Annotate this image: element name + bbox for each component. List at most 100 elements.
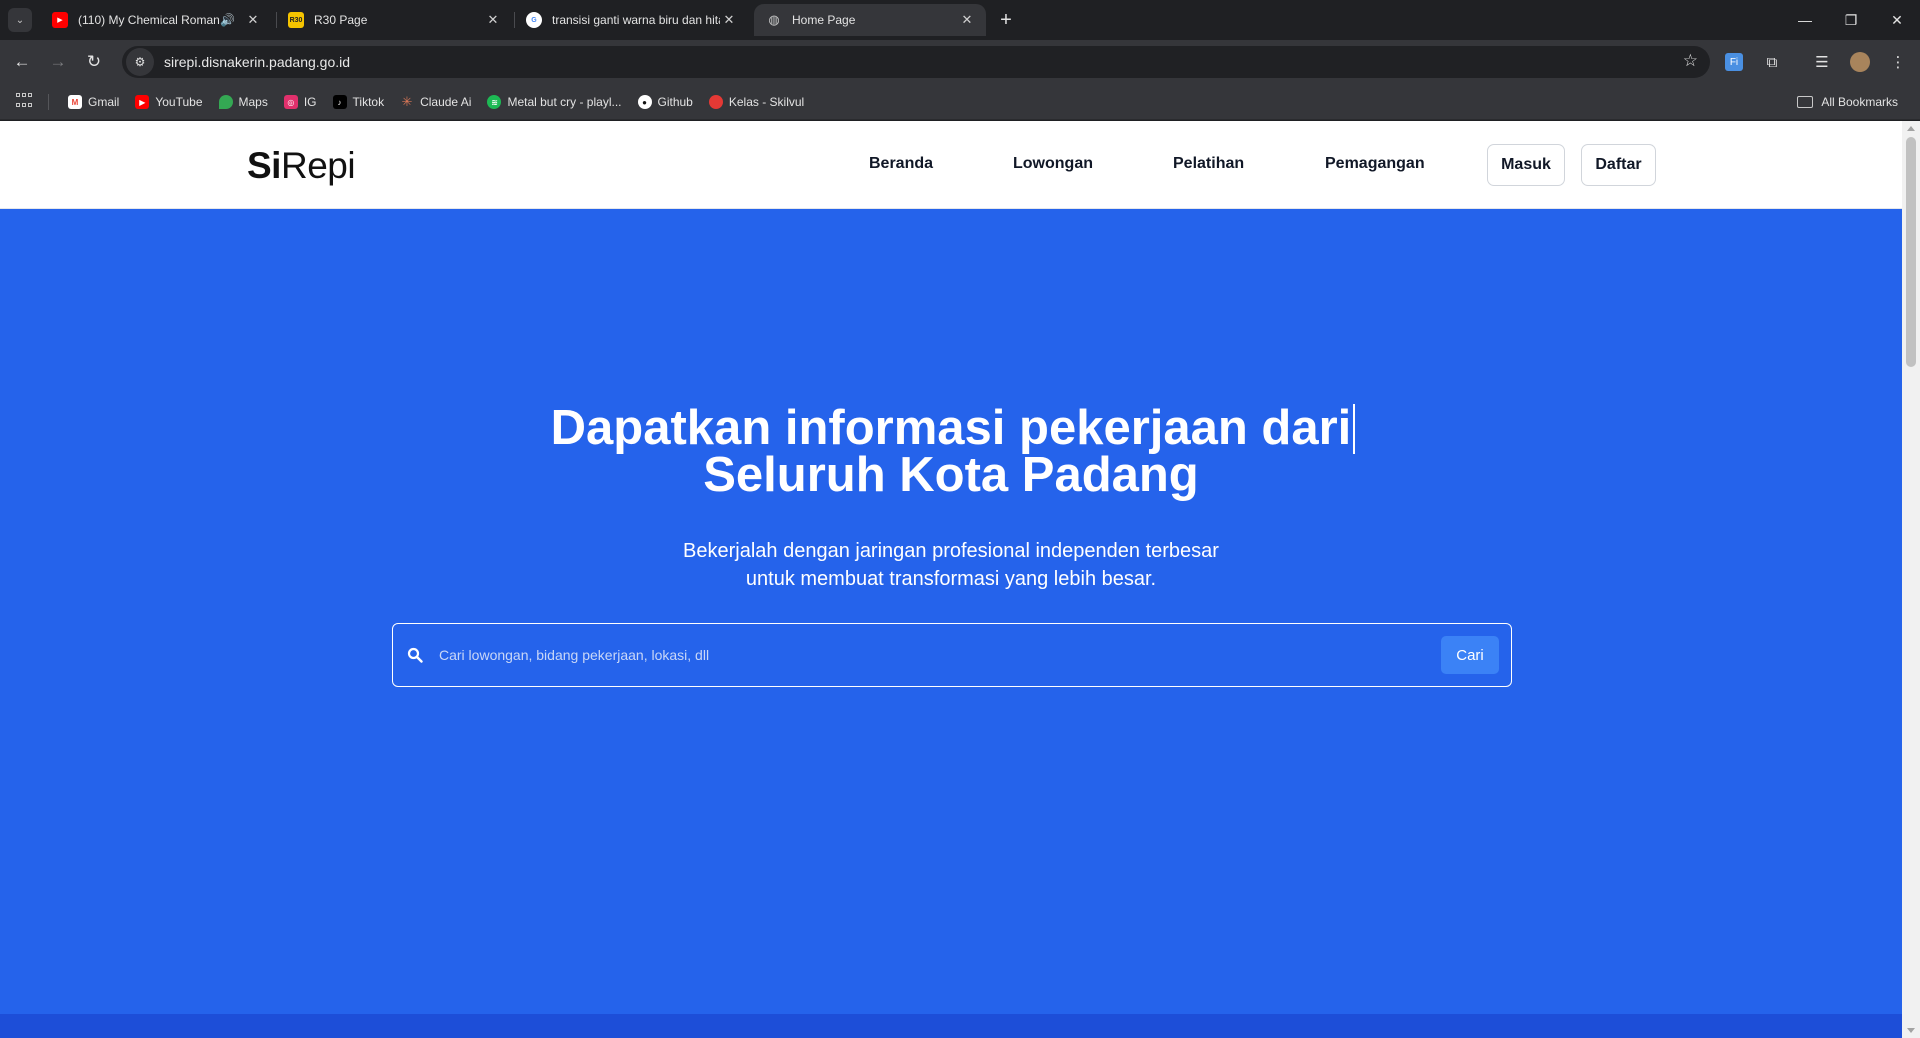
address-bar[interactable]: ⚙ sirepi.disnakerin.padang.go.id ☆ — [122, 46, 1710, 78]
bookmark-maps[interactable]: Maps — [211, 88, 276, 116]
bookmark-label: Kelas - Skilvul — [728, 95, 805, 109]
bookmark-gmail[interactable]: M Gmail — [60, 88, 127, 116]
all-bookmarks-button[interactable]: All Bookmarks — [1789, 88, 1906, 116]
scroll-up-icon[interactable] — [1907, 126, 1915, 131]
tab-search-button[interactable]: ⌄ — [8, 8, 32, 32]
close-icon[interactable]: ✕ — [720, 11, 738, 29]
extensions-icon[interactable]: ⧉ — [1758, 48, 1786, 76]
github-icon: ● — [637, 95, 652, 109]
close-window-button[interactable]: ✕ — [1874, 0, 1920, 40]
avatar[interactable] — [1846, 48, 1874, 76]
hero-title-line-1: Dapatkan informasi pekerjaan dari — [550, 401, 1352, 455]
hero-section: Dapatkan informasi pekerjaan dari Seluru… — [0, 209, 1902, 1014]
hero-subtitle-line-1: Bekerjalah dengan jaringan profesional i… — [683, 540, 1219, 562]
reload-button[interactable]: ↻ — [80, 48, 108, 76]
search-icon — [407, 647, 423, 663]
bookmark-label: YouTube — [155, 95, 203, 109]
speaker-icon[interactable]: 🔊 — [220, 13, 236, 27]
nav-beranda[interactable]: Beranda — [869, 155, 933, 173]
minimize-icon: — — [1798, 12, 1812, 28]
bookmark-label: Gmail — [88, 95, 120, 109]
address-url[interactable]: sirepi.disnakerin.padang.go.id — [164, 54, 350, 70]
register-button[interactable]: Daftar — [1581, 144, 1656, 186]
bookmark-label: IG — [303, 95, 317, 109]
bookmark-label: Maps — [238, 95, 268, 109]
bookmark-label: Github — [657, 95, 693, 109]
hero-subtitle: Bekerjalah dengan jaringan profesional i… — [0, 537, 1902, 593]
tab-home-page[interactable]: ◍ Home Page ✕ — [754, 4, 986, 36]
spotify-icon: ≋ — [487, 95, 502, 109]
page-viewport: SiRepi Beranda Lowongan Pelatihan Pemaga… — [0, 121, 1920, 1038]
bookmark-spotify[interactable]: ≋ Metal but cry - playl... — [479, 88, 629, 116]
bookmark-tiktok[interactable]: ♪ Tiktok — [325, 88, 393, 116]
bookmark-github[interactable]: ● Github — [630, 88, 701, 116]
bookmark-label: Metal but cry - playl... — [507, 95, 622, 109]
bookmark-divider — [48, 94, 49, 110]
tab-title: Home Page — [792, 13, 856, 27]
hero-title: Dapatkan informasi pekerjaan dari Seluru… — [0, 404, 1902, 502]
browser-toolbar: ← → ↻ ⚙ sirepi.disnakerin.padang.go.id ☆… — [0, 40, 1920, 84]
menu-icon[interactable]: ⋮ — [1884, 48, 1912, 76]
forward-button[interactable]: → — [44, 48, 72, 76]
site-settings-icon[interactable]: ⚙ — [126, 48, 154, 76]
hero-title-line-2: Seluruh Kota Padang — [703, 448, 1199, 502]
maps-icon — [218, 95, 233, 109]
search-button[interactable]: Cari — [1441, 636, 1499, 674]
close-icon[interactable]: ✕ — [244, 11, 262, 29]
bookmark-skilvul[interactable]: Kelas - Skilvul — [701, 88, 812, 116]
new-tab-button[interactable]: + — [994, 8, 1018, 32]
restore-button[interactable]: ❐ — [1828, 0, 1874, 40]
youtube-icon: ▶ — [135, 95, 150, 109]
bookmark-label: Claude Ai — [420, 95, 472, 109]
close-icon[interactable]: ✕ — [484, 11, 502, 29]
tab-title: R30 Page — [314, 13, 368, 27]
bookmark-claude[interactable]: ✳ Claude Ai — [392, 88, 479, 116]
google-icon: G — [526, 12, 542, 28]
site-logo[interactable]: SiRepi — [247, 145, 356, 187]
skilvul-icon — [708, 95, 723, 109]
login-button[interactable]: Masuk — [1487, 144, 1565, 186]
reload-icon: ↻ — [86, 52, 102, 71]
bookmark-list: M Gmail ▶ YouTube Maps ◎ IG ♪ Tiktok ✳ Claude… — [60, 84, 812, 120]
tab-youtube[interactable]: ▶ (110) My Chemical Romance 🔊 ✕ — [40, 4, 272, 36]
tab-google-search[interactable]: G transisi ganti warna biru dan hitam ✕ — [514, 4, 748, 36]
translate-extension-icon[interactable]: Fi — [1720, 48, 1748, 76]
nav-lowongan[interactable]: Lowongan — [1013, 155, 1093, 173]
tiktok-icon: ♪ — [332, 95, 347, 109]
restore-icon: ❐ — [1844, 11, 1858, 28]
search-input[interactable] — [429, 636, 1429, 674]
bookmark-star-icon[interactable]: ☆ — [1683, 51, 1698, 71]
apps-grid-icon[interactable] — [16, 93, 34, 111]
bookmarks-bar: M Gmail ▶ YouTube Maps ◎ IG ♪ Tiktok ✳ Claude… — [0, 84, 1920, 120]
scroll-down-icon[interactable] — [1907, 1028, 1915, 1033]
scrollbar-thumb[interactable] — [1906, 137, 1916, 367]
minimize-button[interactable]: — — [1782, 0, 1828, 40]
tab-title: (110) My Chemical Romance — [78, 13, 220, 27]
hero-subtitle-line-2: untuk membuat transformasi yang lebih be… — [745, 568, 1157, 590]
site-header: SiRepi Beranda Lowongan Pelatihan Pemaga… — [0, 121, 1902, 209]
arrow-left-icon: ← — [13, 52, 31, 71]
search-bar: Cari — [392, 623, 1512, 687]
bookmark-ig[interactable]: ◎ IG — [276, 88, 325, 116]
plus-icon: + — [1000, 8, 1012, 31]
back-button[interactable]: ← — [8, 48, 36, 76]
instagram-icon: ◎ — [283, 95, 298, 109]
logo-text: Repi — [280, 145, 356, 186]
page-scrollbar[interactable] — [1902, 121, 1920, 1038]
logo-bold-text: Si — [247, 145, 281, 186]
arrow-right-icon: → — [49, 52, 67, 71]
tab-r30[interactable]: R30 R30 Page ✕ — [276, 4, 512, 36]
text-cursor — [1353, 404, 1355, 454]
r30-icon: R30 — [288, 12, 304, 28]
globe-icon: ◍ — [768, 12, 780, 27]
bookmark-youtube[interactable]: ▶ YouTube — [127, 88, 210, 116]
folder-icon — [1797, 96, 1814, 108]
claude-icon: ✳ — [401, 94, 413, 109]
close-icon: ✕ — [1891, 11, 1903, 28]
next-section-edge — [0, 1014, 1902, 1038]
nav-pemagangan[interactable]: Pemagangan — [1325, 155, 1425, 173]
close-icon[interactable]: ✕ — [958, 11, 976, 29]
bookmark-label: Tiktok — [352, 95, 385, 109]
media-control-icon[interactable]: ☰ — [1808, 48, 1836, 76]
nav-pelatihan[interactable]: Pelatihan — [1173, 155, 1244, 173]
